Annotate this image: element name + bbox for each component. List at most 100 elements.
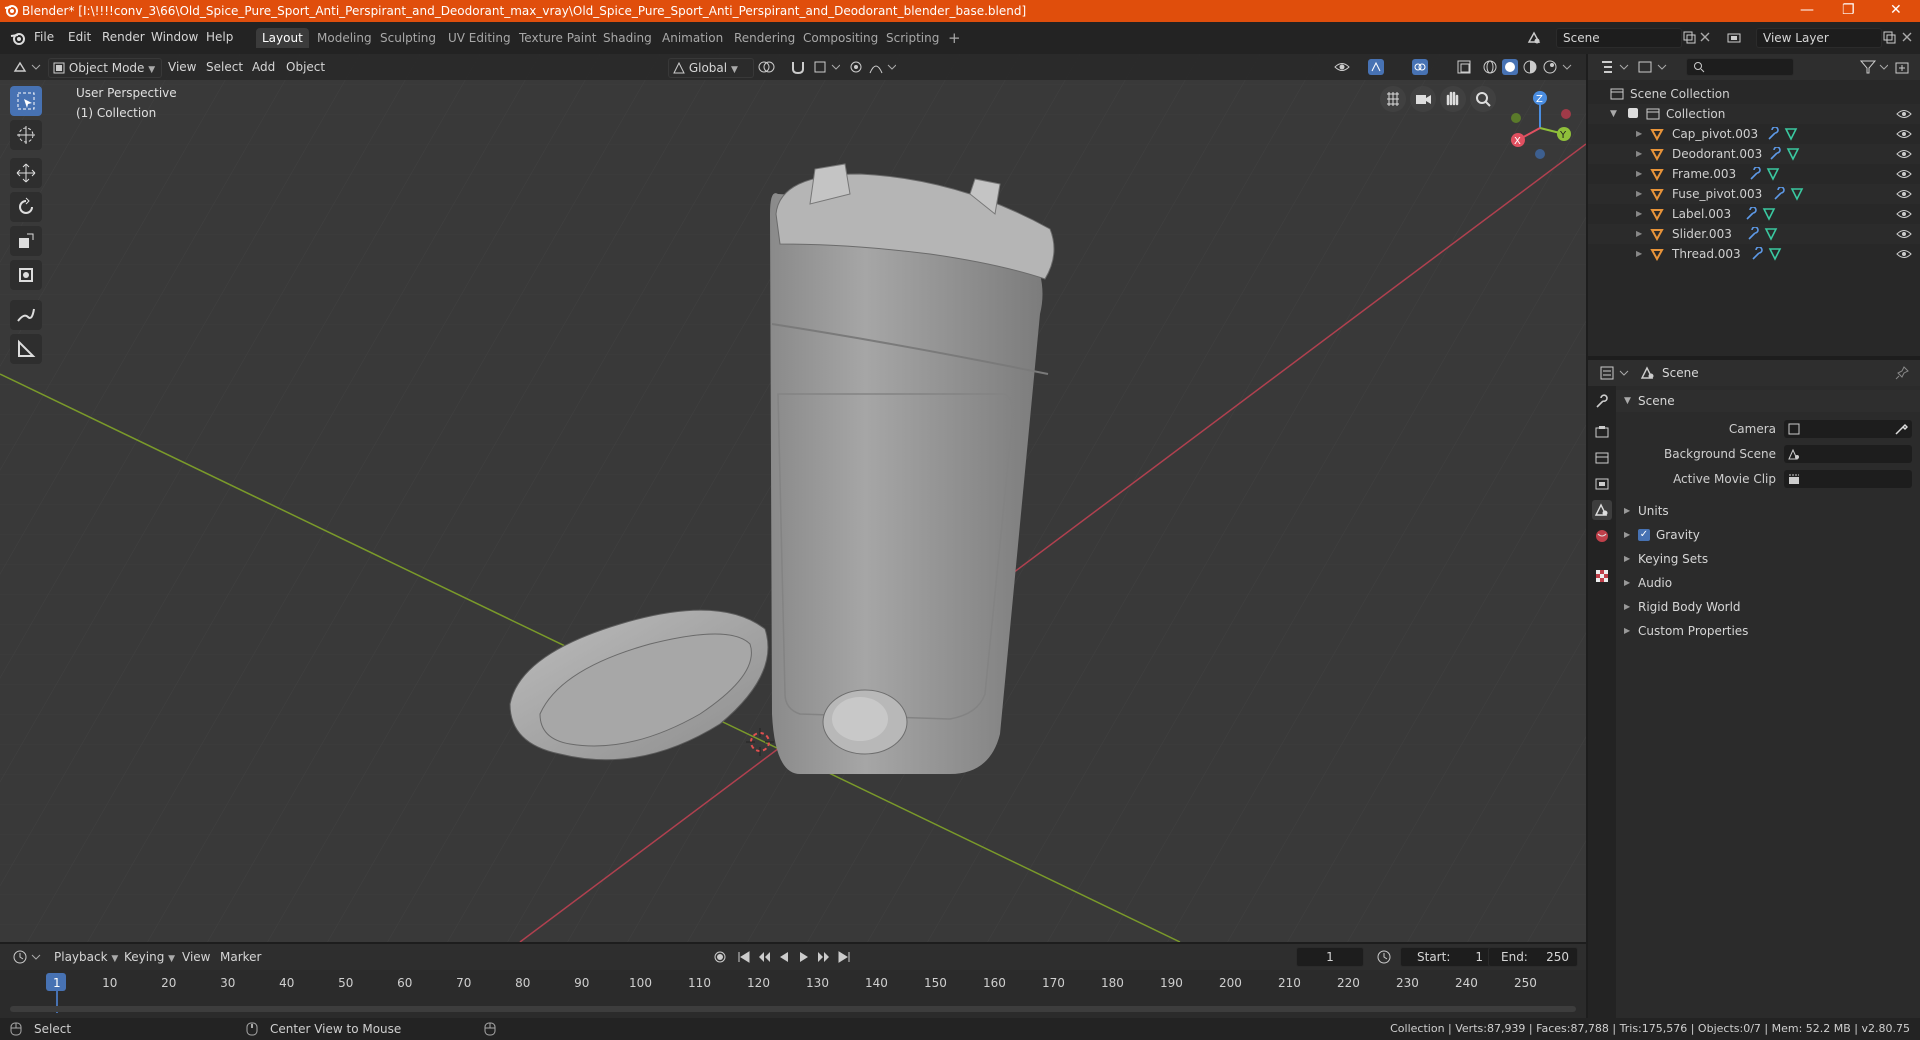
tab-compositing[interactable]: Compositing [797,28,884,48]
shading-solid-icon[interactable] [1502,59,1518,75]
editor-type-icon[interactable] [12,59,42,75]
collection-exclude-checkbox[interactable] [1628,108,1638,118]
tab-layout[interactable]: Layout [256,28,309,48]
delete-view-layer-icon[interactable] [1902,32,1912,42]
copy-view-layer-icon[interactable] [1882,30,1896,44]
mesh-data-icon[interactable] [1764,227,1778,241]
eyedropper-icon[interactable] [1894,422,1908,436]
expand-arrow-icon[interactable]: ▶ [1636,224,1642,244]
units-panel-header[interactable]: ▶ Units [1616,500,1920,522]
expand-arrow-icon[interactable]: ▶ [1636,184,1642,204]
overlays-icon[interactable] [1412,59,1440,75]
object-name[interactable]: Fuse_pivot.003 [1672,184,1762,204]
tab-scripting[interactable]: Scripting [880,28,945,48]
modifier-wrench-icon[interactable] [1750,247,1764,261]
expand-arrow-icon[interactable]: ▶ [1636,164,1642,184]
jump-end-icon[interactable] [836,949,852,965]
outliner-collection[interactable]: ▼ Collection [1588,104,1920,124]
proportional-editing-icon[interactable] [848,59,864,75]
gizmo-toggle-icon[interactable] [1368,59,1396,75]
tab-texture[interactable] [1592,566,1612,586]
custom-properties-panel-header[interactable]: ▶ Custom Properties [1616,620,1920,642]
outliner-object-row[interactable]: ▶ Thread.003 [1588,244,1920,264]
modifier-wrench-icon[interactable] [1744,207,1758,221]
eye-icon[interactable] [1896,248,1912,260]
xray-icon[interactable] [1456,59,1472,75]
rotate-tool[interactable] [10,192,42,222]
shading-wireframe-icon[interactable] [1482,59,1498,75]
timeline-menu-view[interactable]: View [178,948,214,966]
move-tool[interactable] [10,158,42,188]
timeline-menu-marker[interactable]: Marker [216,948,265,966]
record-keyframe-icon[interactable] [712,949,728,965]
timeline-editor-type-icon[interactable] [12,949,42,965]
object-name[interactable]: Frame.003 [1672,164,1736,184]
delete-scene-icon[interactable] [1700,32,1710,42]
background-scene-field[interactable] [1784,445,1912,463]
jump-start-icon[interactable] [736,949,752,965]
current-frame-field[interactable]: 1 [1296,947,1364,967]
viewport-menu-select[interactable]: Select [202,58,247,76]
audio-panel-header[interactable]: ▶ Audio [1616,572,1920,594]
snap-icon[interactable] [790,59,806,75]
camera-field[interactable] [1784,420,1912,438]
viewport-menu-add[interactable]: Add [248,58,279,76]
viewport-menu-object[interactable]: Object [282,58,329,76]
modifier-wrench-icon[interactable] [1746,227,1760,241]
select-box-tool[interactable] [10,86,42,116]
zoom-view-button[interactable] [1470,86,1496,112]
eye-icon[interactable] [1896,208,1912,220]
eye-icon[interactable] [1896,128,1912,140]
menu-render[interactable]: Render [102,30,145,44]
outliner-object-row[interactable]: ▶ Fuse_pivot.003 [1588,184,1920,204]
gravity-panel-header[interactable]: ▶ ✓ Gravity [1616,524,1920,546]
tab-output[interactable] [1592,448,1612,468]
mesh-data-icon[interactable] [1786,147,1800,161]
visibility-filter-icon[interactable] [1334,59,1362,75]
play-reverse-icon[interactable] [776,949,792,965]
shading-material-icon[interactable] [1522,59,1538,75]
toggle-grid-view-button[interactable] [1380,86,1406,112]
scale-tool[interactable] [10,226,42,256]
start-frame-field[interactable]: Start: 1 [1400,947,1492,967]
expand-arrow-icon[interactable]: ▶ [1636,124,1642,144]
eye-icon[interactable] [1896,228,1912,240]
object-name[interactable]: Cap_pivot.003 [1672,124,1758,144]
rigid-body-world-panel-header[interactable]: ▶ Rigid Body World [1616,596,1920,618]
prev-keyframe-icon[interactable] [756,949,772,965]
scene-selector[interactable]: Scene [1556,28,1682,48]
tab-rendering[interactable]: Rendering [728,28,801,48]
object-name[interactable]: Slider.003 [1672,224,1732,244]
annotate-tool[interactable] [10,300,42,330]
end-frame-field[interactable]: End: 250 [1488,947,1578,967]
tab-world[interactable] [1592,526,1612,546]
cursor-tool[interactable] [10,120,42,150]
pan-view-button[interactable] [1440,86,1466,112]
outliner-scene-collection[interactable]: Scene Collection [1588,84,1920,104]
outliner-object-row[interactable]: ▶ Slider.003 [1588,224,1920,244]
camera-view-button[interactable] [1410,86,1436,112]
menu-help[interactable]: Help [206,30,233,44]
falloff-icon[interactable] [868,59,896,75]
expand-arrow-icon[interactable]: ▶ [1636,204,1642,224]
tab-modeling[interactable]: Modeling [311,28,378,48]
blender-menu-icon[interactable] [10,30,26,46]
outliner-object-row[interactable]: ▶ Cap_pivot.003 [1588,124,1920,144]
tab-render[interactable] [1592,422,1612,442]
minimize-button[interactable]: — [1800,2,1814,18]
tab-animation[interactable]: Animation [656,28,729,48]
active-movie-clip-field[interactable] [1784,470,1912,488]
3d-viewport[interactable]: Object Mode ▼ View Select Add Object Glo… [0,54,1586,942]
mesh-data-icon[interactable] [1790,187,1804,201]
eye-icon[interactable] [1896,108,1912,120]
pivot-point-icon[interactable] [756,59,784,75]
object-name[interactable]: Thread.003 [1672,244,1741,264]
eye-icon[interactable] [1896,148,1912,160]
expand-arrow-icon[interactable]: ▶ [1636,244,1642,264]
shading-rendered-icon[interactable] [1542,59,1558,75]
properties-editor-type-icon[interactable] [1600,365,1630,381]
gravity-checkbox[interactable]: ✓ [1638,529,1650,541]
transform-orientation-dropdown[interactable]: Global ▼ [668,58,754,78]
close-window-button[interactable]: ✕ [1890,2,1902,18]
navigation-gizmo[interactable]: Z Y X [1500,84,1580,164]
